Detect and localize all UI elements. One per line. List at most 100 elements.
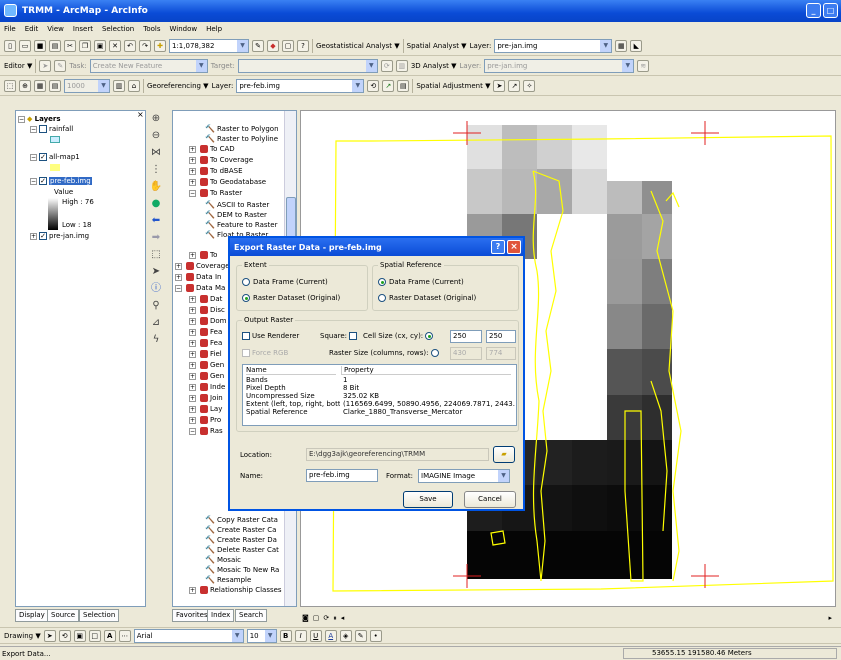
editor-menu[interactable]: Editor ▼ <box>4 62 32 70</box>
toolbox-item[interactable]: − To Raster <box>189 189 242 197</box>
cell-size-cy-input[interactable]: 250 <box>486 330 516 343</box>
whats-this-icon[interactable]: ? <box>297 40 309 52</box>
tab-search[interactable]: Search <box>235 609 268 622</box>
task-combo[interactable]: Create New Feature <box>89 59 208 73</box>
toolbox-item[interactable]: + To Coverage <box>189 156 253 164</box>
dialog-help-button[interactable]: ? <box>491 240 505 254</box>
select-element-icon[interactable]: ➤ <box>147 263 165 280</box>
select-elements-arrow-icon[interactable]: ➤ <box>43 629 56 642</box>
editor-toolbar-icon[interactable]: ✎ <box>252 40 264 52</box>
undo-icon[interactable]: ↶ <box>124 40 136 52</box>
new-icon[interactable]: ▯ <box>4 40 16 52</box>
delete-icon[interactable]: ✕ <box>109 40 121 52</box>
tab-selection[interactable]: Selection <box>79 609 120 622</box>
paste-icon[interactable]: ▣ <box>94 40 106 52</box>
toc-layer-rainfall[interactable]: − rainfall <box>30 125 73 133</box>
3d-analyst-menu[interactable]: 3D Analyst ▼ <box>411 62 457 70</box>
measure-icon[interactable]: ⊿ <box>147 314 165 331</box>
location-input[interactable]: E:\dgg3ajk\georeferencing\TRMM <box>306 448 489 461</box>
full-extent-icon[interactable]: ● <box>147 195 165 212</box>
toolbox-item[interactable]: 🔨 Feature to Raster <box>205 220 277 229</box>
rotate-element-icon[interactable]: ⟲ <box>58 629 71 642</box>
print-icon[interactable]: ▤ <box>49 40 61 52</box>
cancel-button[interactable]: Cancel <box>464 491 516 508</box>
fixed-zoom-out-icon[interactable]: ⋮ <box>147 161 165 178</box>
select-elements-icon[interactable]: ⬚ <box>4 80 16 92</box>
name-input[interactable]: pre-feb.img <box>306 469 378 482</box>
drawing-menu[interactable]: Drawing ▼ <box>4 632 41 640</box>
menu-view[interactable]: View <box>47 25 64 33</box>
georef-layer-combo[interactable]: pre-feb.img <box>236 79 365 93</box>
toolbox-item[interactable]: + Pro <box>189 416 221 424</box>
format-select[interactable]: IMAGINE Image <box>418 469 510 483</box>
maximize-button[interactable]: □ <box>823 3 838 18</box>
toolbox-item[interactable]: 🔨 Mosaic To New Ra <box>205 565 279 574</box>
toolbox-item[interactable]: 🔨 Resample <box>205 575 251 584</box>
toolbox-item[interactable]: 🔨 DEM to Raster <box>205 210 267 219</box>
raster-size-radio[interactable]: Raster Size (columns, rows): <box>329 349 442 357</box>
pan-icon[interactable]: ✋ <box>147 178 165 195</box>
toolbox-item[interactable]: + Coverage <box>175 262 230 270</box>
tab-display[interactable]: Display <box>15 609 49 622</box>
tab-source[interactable]: Source <box>47 609 80 622</box>
find-icon[interactable]: ⚲ <box>147 297 165 314</box>
target-combo[interactable] <box>237 59 378 73</box>
3d-layer-combo[interactable]: pre-jan.img <box>484 59 635 73</box>
bold-icon[interactable]: B <box>279 629 292 642</box>
fill-color-icon[interactable]: ◈ <box>339 629 352 642</box>
interpolate-icon[interactable]: ≋ <box>637 60 650 72</box>
toolbox-item[interactable]: − Data Ma <box>175 284 225 292</box>
use-renderer-checkbox[interactable]: Use Renderer <box>242 332 299 340</box>
minimize-button[interactable]: _ <box>806 3 821 18</box>
toolbox-item[interactable]: 🔨 Mosaic <box>205 555 241 564</box>
georeferencing-menu[interactable]: Georeferencing ▼ <box>147 82 209 90</box>
scale-combo[interactable]: 1:1,078,382 <box>169 39 249 53</box>
3d-layer-icon[interactable]: ▥ <box>395 60 408 72</box>
contour-icon[interactable]: ◣ <box>630 40 643 52</box>
copy-icon[interactable]: ❐ <box>79 40 91 52</box>
marker-color-icon[interactable]: • <box>369 629 382 642</box>
toolbox-item[interactable]: 🔨 Raster to Polyline <box>205 134 278 143</box>
back-icon[interactable]: ⬅ <box>147 212 165 229</box>
zoom-out-icon[interactable]: ⊖ <box>147 127 165 144</box>
raster-columns-input[interactable]: 430 <box>450 347 482 360</box>
grid-icon[interactable]: ▦ <box>34 80 46 92</box>
dialog-close-button[interactable]: × <box>507 240 521 254</box>
toolbox-item[interactable]: + Join <box>189 394 223 402</box>
toolbox-item[interactable]: + Gen <box>189 372 224 380</box>
toolbox-item[interactable]: 🔨 Delete Raster Cat <box>205 545 279 554</box>
toc-root[interactable]: − ◆ Layers <box>18 115 61 123</box>
scroll-right-icon[interactable]: ▸ <box>828 614 832 622</box>
toolbox-item[interactable]: − Ras <box>189 427 223 435</box>
toolbox-item[interactable]: + To <box>189 251 217 259</box>
toc-layer-all-map1[interactable]: − ✓ all-map1 <box>30 153 80 161</box>
toolbox-item[interactable]: 🔨 ASCII to Raster <box>205 200 269 209</box>
pause-icon[interactable]: ⏸ <box>333 614 337 623</box>
toolbox-item[interactable]: 🔨 Create Raster Da <box>205 535 277 544</box>
identify-icon[interactable]: ⓘ <box>147 280 165 297</box>
rectangle-icon[interactable]: □ <box>88 629 101 642</box>
new-link-icon[interactable]: ↗ <box>508 80 521 92</box>
toolbox-item[interactable]: 🔨 Copy Raster Cata <box>205 515 278 524</box>
menu-selection[interactable]: Selection <box>102 25 134 33</box>
sr-data-frame-radio[interactable]: Data Frame (Current) <box>378 278 464 286</box>
cell-size-cx-input[interactable]: 250 <box>450 330 482 343</box>
toolbox-item[interactable]: + Fea <box>189 339 222 347</box>
spatial-analyst-layer-combo[interactable]: pre-jan.img <box>494 39 613 53</box>
forward-icon[interactable]: ➡ <box>147 229 165 246</box>
toc-layer-pre-feb[interactable]: − ✓ pre-feb.img <box>30 177 92 185</box>
toolbox-item[interactable]: + To CAD <box>189 145 235 153</box>
scroll-left-icon[interactable]: ◂ <box>341 614 345 622</box>
toolbox-item[interactable]: + To dBASE <box>189 167 243 175</box>
tab-favorites[interactable]: Favorites <box>172 609 212 622</box>
underline-icon[interactable]: U <box>309 629 322 642</box>
edit-tool-icon[interactable]: ➤ <box>39 60 52 72</box>
data-view-icon[interactable]: ◙ <box>302 614 309 622</box>
toolbox-item[interactable]: + Disc <box>189 306 225 314</box>
toolbox-item[interactable]: + Fea <box>189 328 222 336</box>
save-icon[interactable]: ■ <box>34 40 46 52</box>
italic-icon[interactable]: I <box>294 629 307 642</box>
histogram-icon[interactable]: ▦ <box>615 40 628 52</box>
geostatistical-analyst-menu[interactable]: Geostatistical Analyst ▼ <box>316 42 400 50</box>
extent-raster-dataset-radio[interactable]: Raster Dataset (Original) <box>242 294 340 302</box>
